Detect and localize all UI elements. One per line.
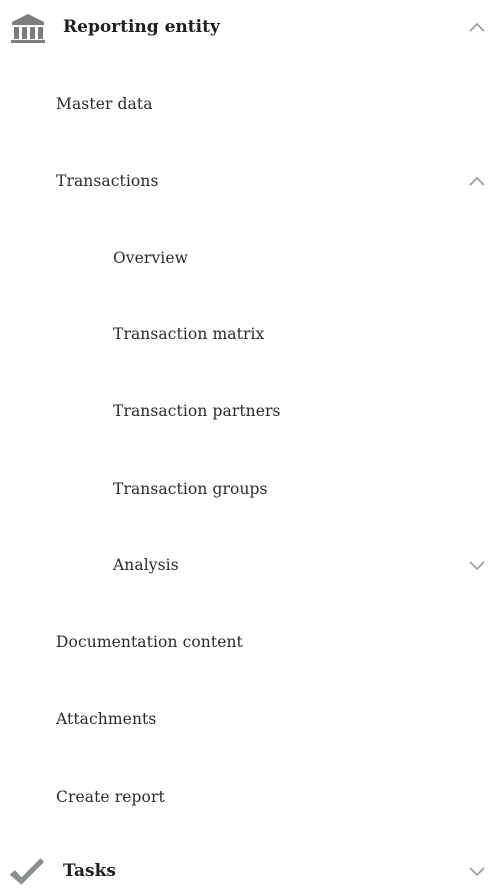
nav-item-label: Create report <box>56 788 165 806</box>
nav-item-master-data[interactable]: Master data <box>0 82 489 126</box>
section-tasks[interactable]: Tasks <box>0 849 489 893</box>
bank-building-icon <box>8 7 48 47</box>
nav-item-label: Transactions <box>56 172 159 190</box>
nav-subitem-label: Transaction matrix <box>113 325 265 343</box>
chevron-up-icon[interactable] <box>467 174 487 188</box>
section-title-reporting-entity: Reporting entity <box>63 17 220 37</box>
section-title-tasks: Tasks <box>63 861 116 881</box>
chevron-down-icon[interactable] <box>467 864 487 878</box>
nav-subitem-overview[interactable]: Overview <box>0 236 489 280</box>
nav-item-label: Attachments <box>56 710 157 728</box>
nav-subitem-label: Overview <box>113 249 189 267</box>
nav-subitem-transaction-partners[interactable]: Transaction partners <box>0 389 489 433</box>
section-reporting-entity[interactable]: Reporting entity <box>0 5 489 49</box>
chevron-down-icon[interactable] <box>467 558 487 572</box>
chevron-up-icon[interactable] <box>467 20 487 34</box>
sidebar-navigation: Reporting entity Master data Transaction… <box>0 0 489 893</box>
nav-item-label: Documentation content <box>56 633 243 651</box>
nav-subitem-label: Analysis <box>113 556 179 574</box>
checkmark-icon <box>6 851 46 891</box>
nav-subitem-label: Transaction partners <box>113 402 281 420</box>
nav-item-attachments[interactable]: Attachments <box>0 697 489 741</box>
nav-subitem-transaction-matrix[interactable]: Transaction matrix <box>0 312 489 356</box>
nav-subitem-transaction-groups[interactable]: Transaction groups <box>0 467 489 511</box>
nav-item-documentation-content[interactable]: Documentation content <box>0 620 489 664</box>
nav-item-label: Master data <box>56 95 153 113</box>
nav-subitem-analysis[interactable]: Analysis <box>0 543 489 587</box>
nav-item-create-report[interactable]: Create report <box>0 775 489 819</box>
nav-item-transactions[interactable]: Transactions <box>0 159 489 203</box>
nav-subitem-label: Transaction groups <box>113 480 268 498</box>
